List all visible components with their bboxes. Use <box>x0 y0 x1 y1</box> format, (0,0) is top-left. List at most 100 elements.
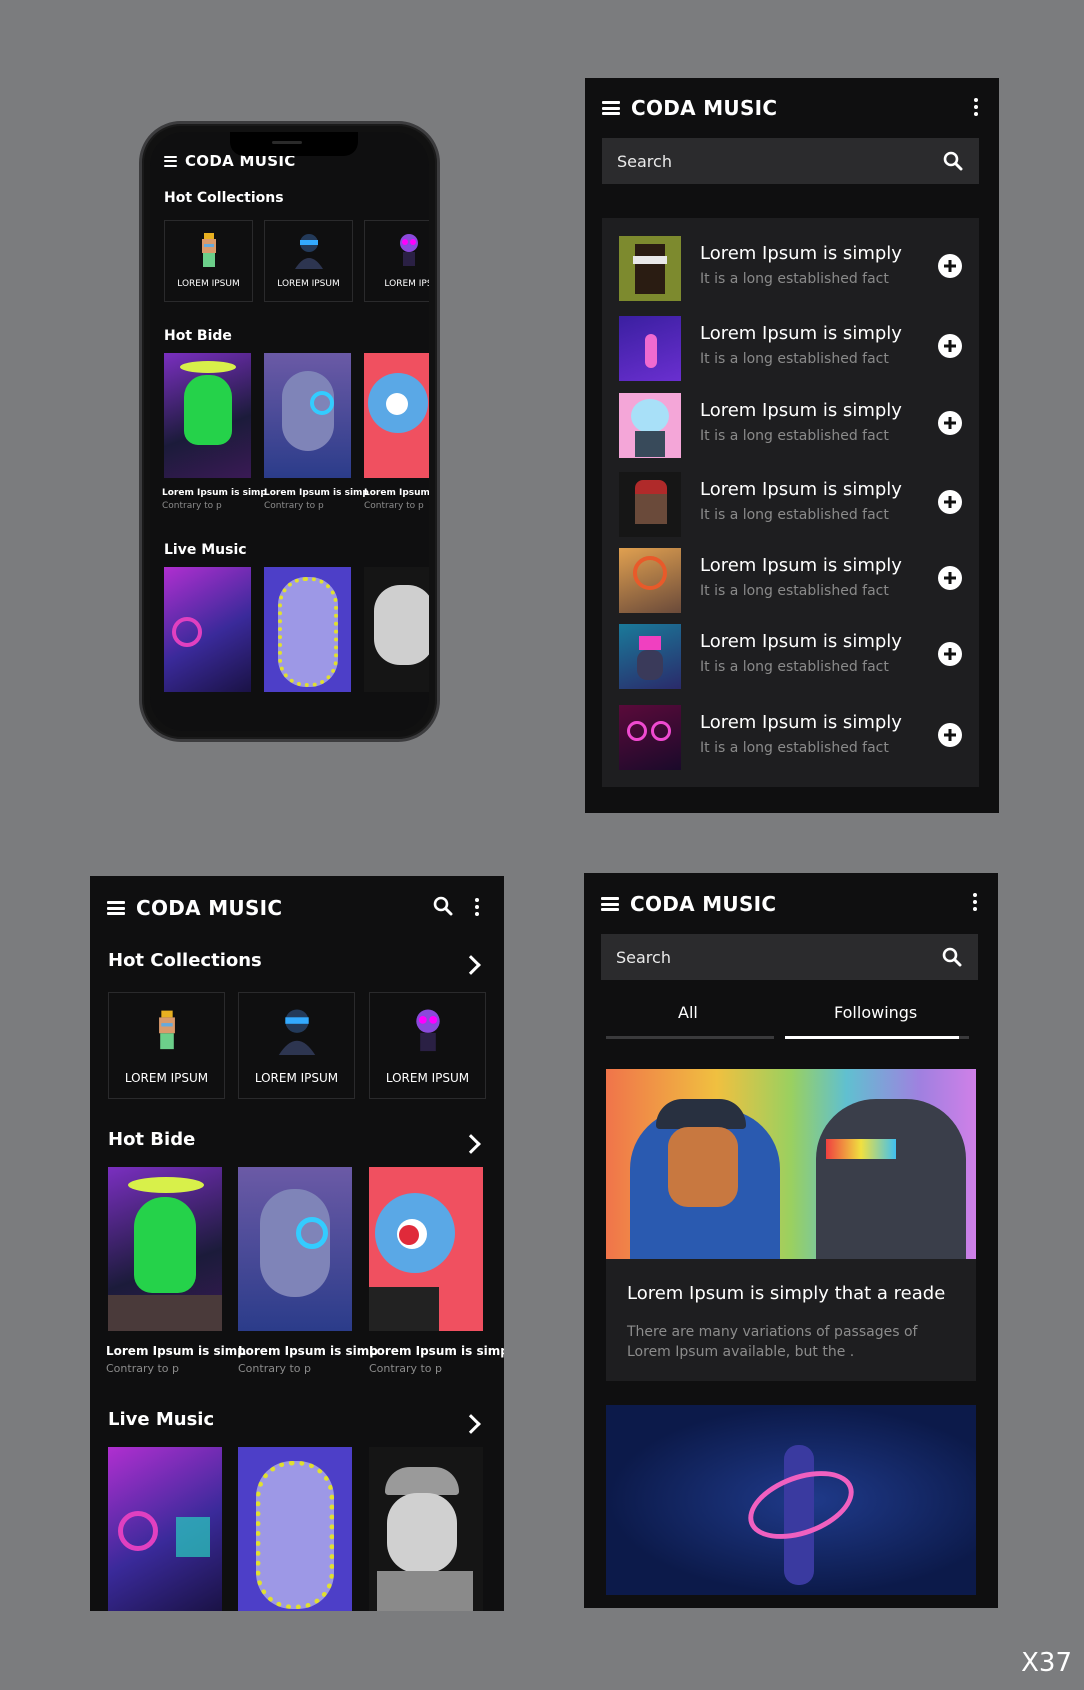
phone-collection-card[interactable]: LOREM IPS <box>364 220 429 302</box>
list-item[interactable]: Lorem Ipsum is simply It is a long estab… <box>602 316 979 386</box>
list-item[interactable]: Lorem Ipsum is simply It is a long estab… <box>602 548 979 618</box>
phone-hot-bide-title-text: Lorem Ipsum is simp <box>264 488 369 498</box>
phone-live-music-art[interactable] <box>264 567 351 692</box>
add-icon[interactable] <box>938 490 962 514</box>
phone-hot-bide-art[interactable] <box>164 353 251 478</box>
hot-bide-title: Hot Bide <box>108 1129 196 1150</box>
skull-figure-icon <box>399 234 418 266</box>
phone-notch <box>230 132 358 156</box>
more-options-icon[interactable] <box>972 893 978 911</box>
track-thumbnail <box>619 316 681 381</box>
phone-live-music-art[interactable] <box>164 567 251 692</box>
search-icon[interactable] <box>943 151 963 171</box>
phone-mockup: CODA MUSIC Hot Collections LOREM IPSUM L… <box>139 121 440 742</box>
feed-card-description: There are many variations of passages of… <box>627 1324 918 1360</box>
list-item[interactable]: Lorem Ipsum is simply It is a long estab… <box>602 236 979 306</box>
feed-card-image[interactable] <box>606 1405 976 1595</box>
search-icon[interactable] <box>942 947 962 967</box>
tab-underline <box>959 1036 969 1039</box>
list-item[interactable]: Lorem Ipsum is simply It is a long estab… <box>602 393 979 463</box>
live-music-art[interactable] <box>238 1447 352 1611</box>
tab-underline <box>606 1036 774 1039</box>
add-icon[interactable] <box>938 334 962 358</box>
track-subtitle: It is a long established fact <box>700 659 889 675</box>
feed-screen: CODA MUSIC Search All Followings Lorem I… <box>584 873 998 1608</box>
track-thumbnail <box>619 548 681 613</box>
hot-bide-title-text: Lorem Ipsum is simp <box>369 1344 504 1358</box>
add-icon[interactable] <box>938 411 962 435</box>
search-placeholder: Search <box>617 151 672 171</box>
menu-icon[interactable] <box>107 901 125 915</box>
app-title: CODA MUSIC <box>631 96 778 120</box>
more-options-icon[interactable] <box>973 98 979 116</box>
phone-hot-bide-title-text: Lorem Ipsum <box>364 488 429 498</box>
collection-label: LOREM IPSUM <box>124 1071 209 1085</box>
more-options-icon[interactable] <box>474 898 480 916</box>
track-title: Lorem Ipsum is simply <box>700 400 902 421</box>
track-thumbnail <box>619 393 681 458</box>
live-music-art[interactable] <box>108 1447 222 1611</box>
list-item[interactable]: Lorem Ipsum is simply It is a long estab… <box>602 472 979 542</box>
tab-followings[interactable]: Followings <box>834 1003 917 1022</box>
live-music-arrow-icon[interactable] <box>461 1414 481 1434</box>
phone-hot-bide-art[interactable] <box>364 353 429 478</box>
track-subtitle: It is a long established fact <box>700 740 889 756</box>
skull-figure-icon <box>415 1009 440 1052</box>
collection-label: LOREM IPSUM <box>177 279 240 289</box>
track-list: Lorem Ipsum is simply It is a long estab… <box>602 218 979 787</box>
list-screen: CODA MUSIC Search Lorem Ipsum is simply … <box>585 78 999 813</box>
collection-card[interactable]: LOREM IPSUM <box>238 992 355 1099</box>
hot-collections-arrow-icon[interactable] <box>461 955 481 975</box>
collection-label: LOREM IPSUM <box>254 1071 339 1085</box>
phone-collection-card[interactable]: LOREM IPSUM <box>264 220 353 302</box>
hot-bide-sub: Contrary to p <box>369 1362 443 1375</box>
menu-icon[interactable] <box>602 101 620 115</box>
home-screen: CODA MUSIC Hot Collections LOREM IPSUM L… <box>90 876 504 1611</box>
phone-hot-bide-title-text: Lorem Ipsum is simp <box>162 488 267 498</box>
phone-hot-bide-art[interactable] <box>264 353 351 478</box>
search-placeholder: Search <box>616 947 671 967</box>
track-title: Lorem Ipsum is simply <box>700 479 902 500</box>
track-thumbnail <box>619 705 681 770</box>
add-icon[interactable] <box>938 723 962 747</box>
feed-card-image <box>606 1069 976 1259</box>
ape-avatar-icon <box>201 233 216 267</box>
tab-underline-active <box>785 1036 959 1039</box>
track-title: Lorem Ipsum is simply <box>700 631 902 652</box>
add-icon[interactable] <box>938 566 962 590</box>
list-item[interactable]: Lorem Ipsum is simply It is a long estab… <box>602 624 979 694</box>
hot-bide-art[interactable] <box>108 1167 222 1331</box>
phone-hot-bide-sub: Contrary to p <box>264 501 324 511</box>
live-music-art[interactable] <box>369 1447 483 1611</box>
phone-collection-card[interactable]: LOREM IPSUM <box>164 220 253 302</box>
hot-bide-sub: Contrary to p <box>106 1362 180 1375</box>
track-title: Lorem Ipsum is simply <box>700 712 902 733</box>
hot-bide-art[interactable] <box>238 1167 352 1331</box>
track-subtitle: It is a long established fact <box>700 428 889 444</box>
menu-icon[interactable] <box>164 155 177 167</box>
tab-all[interactable]: All <box>678 1003 698 1022</box>
search-icon[interactable] <box>433 896 453 916</box>
track-thumbnail <box>619 472 681 537</box>
track-thumbnail <box>619 624 681 689</box>
menu-icon[interactable] <box>601 897 619 911</box>
hot-bide-arrow-icon[interactable] <box>461 1134 481 1154</box>
feed-card[interactable]: Lorem Ipsum is simply that a reade There… <box>606 1069 976 1381</box>
phone-screen: CODA MUSIC Hot Collections LOREM IPSUM L… <box>150 132 429 731</box>
track-title: Lorem Ipsum is simply <box>700 323 902 344</box>
app-title: CODA MUSIC <box>630 892 777 916</box>
header: CODA MUSIC <box>601 892 776 916</box>
watermark: X37 <box>1021 1648 1072 1678</box>
hot-bide-art[interactable] <box>369 1167 483 1331</box>
search-input[interactable]: Search <box>601 934 978 980</box>
ape-avatar-icon <box>158 1010 175 1050</box>
add-icon[interactable] <box>938 642 962 666</box>
track-title: Lorem Ipsum is simply <box>700 555 902 576</box>
collection-card[interactable]: LOREM IPSUM <box>108 992 225 1099</box>
search-input[interactable]: Search <box>602 138 979 184</box>
phone-live-music-art[interactable] <box>364 567 429 692</box>
add-icon[interactable] <box>938 254 962 278</box>
collection-card[interactable]: LOREM IPSUM <box>369 992 486 1099</box>
phone-hot-bide-sub: Contrary to p <box>162 501 222 511</box>
list-item[interactable]: Lorem Ipsum is simply It is a long estab… <box>602 705 979 775</box>
